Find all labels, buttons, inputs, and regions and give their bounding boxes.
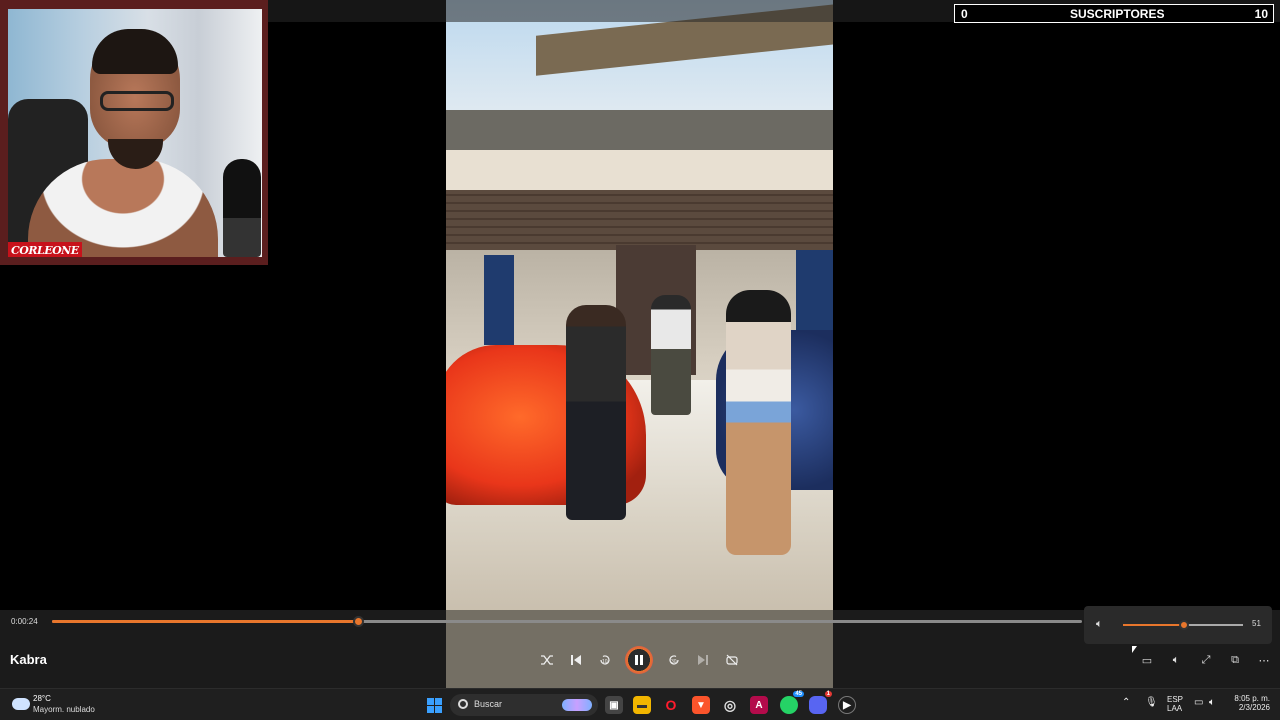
clock-date: 2/3/2026 <box>1238 703 1270 712</box>
windows-start-icon[interactable] <box>425 696 443 714</box>
subscriber-counter: 0 SUSCRIPTORES 10 <box>954 4 1274 23</box>
discord-icon[interactable]: 1 <box>809 691 832 714</box>
microphone <box>223 159 261 257</box>
volume-button-icon[interactable]: 🔈︎ <box>1167 652 1185 668</box>
weather-temp: 28°C <box>33 694 51 703</box>
video-character-back <box>651 295 691 415</box>
network-icon[interactable]: ▭ <box>1194 697 1203 720</box>
language-layout: LAA <box>1167 704 1183 713</box>
whatsapp-badge: 45 <box>793 691 804 697</box>
webcam-person-glasses <box>100 91 174 111</box>
svg-text:30: 30 <box>671 659 677 665</box>
subscriber-count: 0 <box>961 7 968 21</box>
volume-value: 51 <box>1252 619 1261 628</box>
brave-icon[interactable]: ▼ <box>692 696 710 714</box>
rewind-10-icon[interactable]: 10 <box>593 648 617 672</box>
video-window-left <box>484 255 514 345</box>
video-character-left <box>566 305 626 520</box>
search-icon <box>458 699 468 709</box>
more-options-icon[interactable]: ⋯ <box>1255 652 1273 668</box>
webcam-overlay: CORLEONE <box>0 0 268 265</box>
volume-icon[interactable]: 🔈︎ <box>1096 618 1103 631</box>
taskbar: 28°C Mayorm. nublado Buscar ▣ ▬ O ▼ ◎ A … <box>0 688 1280 720</box>
clock-time: 8:05 p. m. <box>1234 694 1270 703</box>
task-view-icon[interactable]: ▣ <box>605 696 623 714</box>
adobe-icon[interactable]: A <box>750 696 768 714</box>
media-player-icon[interactable]: ▶ <box>838 696 856 714</box>
subscriber-label: SUSCRIPTORES <box>1070 7 1165 21</box>
current-time: 0:00:24 <box>11 617 38 626</box>
search-highlight-icon <box>562 699 592 711</box>
search-placeholder: Buscar <box>474 699 503 709</box>
captions-icon[interactable]: ▭ <box>1138 652 1156 668</box>
opera-icon[interactable]: O <box>662 696 680 714</box>
taskbar-search[interactable]: Buscar <box>450 694 598 716</box>
svg-text:10: 10 <box>602 659 608 665</box>
video-roof-lower <box>446 110 833 150</box>
language-code: ESP <box>1167 695 1184 704</box>
volume-panel: 🔈︎ 51 <box>1084 606 1272 644</box>
weather-desc: Mayorm. nublado <box>33 705 95 714</box>
tray-overflow-icon[interactable]: ⌃ <box>1122 697 1130 720</box>
cloud-icon <box>12 698 30 710</box>
seek-bar[interactable] <box>52 616 1082 627</box>
microphone-tray-icon[interactable]: 🎙︎ <box>1145 697 1158 720</box>
volume-slider[interactable] <box>1123 620 1243 630</box>
volume-slider-handle[interactable] <box>1179 620 1190 630</box>
next-icon[interactable] <box>691 648 715 672</box>
shuffle-icon[interactable] <box>535 648 559 672</box>
fullscreen-icon[interactable]: ⤢ <box>1197 652 1215 668</box>
video-character-right <box>726 290 791 555</box>
webcam-feed: CORLEONE <box>8 9 262 257</box>
clock[interactable]: 8:05 p. m. 2/3/2026 <box>1230 694 1270 720</box>
speaker-tray-icon[interactable]: 🔈︎ <box>1209 697 1215 720</box>
forward-30-icon[interactable]: 30 <box>662 648 686 672</box>
discord-badge: 1 <box>824 691 832 697</box>
video-window-right <box>796 250 833 330</box>
file-explorer-icon[interactable]: ▬ <box>633 696 651 714</box>
miniplayer-icon[interactable]: ⧉ <box>1226 652 1244 668</box>
seek-bar-fill <box>52 620 358 623</box>
repeat-off-icon[interactable] <box>720 648 744 672</box>
video-frame[interactable] <box>446 0 833 612</box>
language-indicator[interactable]: ESP LAA <box>1167 695 1183 720</box>
video-brick-band <box>446 190 833 250</box>
media-title: Kabra <box>10 652 47 667</box>
previous-icon[interactable] <box>564 648 588 672</box>
subscriber-goal: 10 <box>1254 7 1268 21</box>
chrome-recording-icon[interactable]: ◎ <box>721 696 739 714</box>
webcam-person-hair <box>92 29 178 74</box>
volume-slider-fill <box>1123 624 1185 626</box>
mouse-cursor <box>1132 646 1137 653</box>
channel-logo: CORLEONE <box>8 242 82 257</box>
seek-bar-handle[interactable] <box>352 616 364 627</box>
playback-controls: 10 30 <box>530 646 770 674</box>
whatsapp-icon[interactable]: 45 <box>780 691 804 714</box>
pause-button[interactable] <box>625 646 653 674</box>
